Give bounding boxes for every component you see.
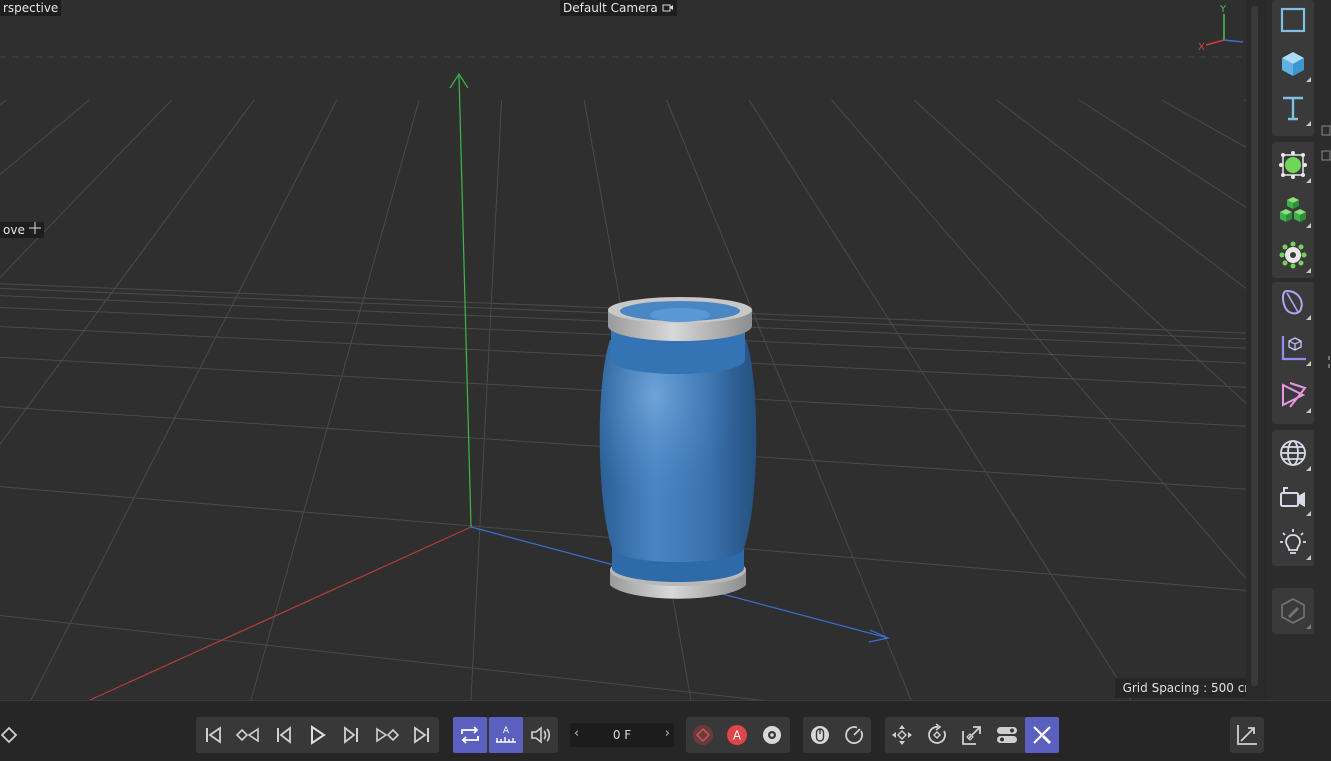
speaker-icon (531, 726, 551, 744)
gear-effector-icon (1279, 241, 1307, 269)
cube-icon (1282, 52, 1304, 76)
chevron-left-icon[interactable]: ‹ (574, 726, 579, 741)
scale-button[interactable] (955, 717, 989, 753)
field-button[interactable] (1273, 328, 1313, 368)
skip-end-icon (414, 726, 429, 744)
timeline-bar: A ‹ 0 F › A (0, 700, 1331, 761)
keyframe-diamond-icon (1, 726, 18, 744)
spline-mask-icon (1282, 382, 1307, 408)
tag-button[interactable] (1273, 591, 1313, 631)
scrollbar-thumb[interactable] (1251, 6, 1258, 686)
record-icon (693, 725, 713, 745)
subdivision-cube-icon (1279, 151, 1307, 179)
viewport-scrollbar[interactable] (1246, 0, 1266, 700)
auto-key-button[interactable]: A (720, 717, 754, 753)
text-T-icon (1283, 96, 1303, 121)
mouse-icon (811, 726, 829, 744)
tool-hud-label: ove (0, 222, 44, 238)
previous-frame-icon (277, 726, 291, 744)
square-outline-icon (1280, 7, 1306, 33)
next-key-icon (376, 727, 399, 743)
axis-gizmo: Y X Z (1198, 4, 1253, 53)
auto-key-icon: A (727, 725, 747, 745)
motion-system-button[interactable] (837, 717, 871, 753)
cube-button[interactable] (1273, 44, 1313, 84)
x-axis-line (89, 526, 472, 700)
text-button[interactable] (1273, 88, 1313, 128)
go-to-start-button[interactable] (196, 717, 230, 753)
subdivision-button[interactable] (1273, 145, 1313, 185)
motion-dial-icon (845, 726, 863, 744)
next-frame-button[interactable] (335, 717, 369, 753)
go-to-end-button[interactable] (405, 717, 439, 753)
chevron-right-icon[interactable]: › (665, 726, 670, 741)
camera-button[interactable] (1273, 478, 1313, 518)
current-frame-value: 0 F (612, 728, 632, 742)
view-name-label[interactable]: rspective (0, 0, 62, 16)
snap-button[interactable] (1025, 717, 1059, 753)
sound-button[interactable] (524, 717, 558, 753)
parameter-toggles-icon (997, 727, 1017, 743)
graph-view-button[interactable] (1230, 717, 1264, 753)
effector-button[interactable] (1273, 235, 1313, 275)
volume-button[interactable] (1273, 375, 1313, 415)
camera-label[interactable]: Default Camera (560, 0, 677, 16)
environment-button[interactable] (1273, 433, 1313, 473)
light-bulb-icon (1280, 529, 1306, 554)
gizmo-x-label: X (1198, 42, 1205, 53)
rotate-icon (928, 723, 946, 744)
previous-key-icon (236, 727, 259, 743)
grid-spacing-label: Grid Spacing : 500 cm (1114, 678, 1264, 698)
y-axis-line (458, 75, 472, 528)
rectangle-spline-button[interactable] (1273, 0, 1313, 40)
move-cross-icon (28, 222, 41, 237)
skip-start-icon (206, 726, 221, 744)
settings-gear-icon (763, 726, 781, 744)
next-frame-icon (344, 726, 358, 744)
loop-arrows-icon (461, 726, 479, 744)
keyframe-settings-button[interactable]: A (489, 717, 523, 753)
play-button[interactable] (300, 717, 334, 753)
deformer-button[interactable] (1273, 282, 1313, 322)
pencil-tag-icon (1281, 598, 1305, 624)
panel-edge-icons (1320, 120, 1331, 380)
jar-object[interactable] (599, 297, 757, 599)
loop-button[interactable] (453, 717, 487, 753)
move-button[interactable] (885, 717, 919, 753)
keyframe-settings-icon: A (496, 726, 516, 743)
next-key-button[interactable] (370, 717, 404, 753)
globe-icon (1280, 440, 1306, 466)
parameter-button[interactable] (990, 717, 1024, 753)
svg-text:A: A (503, 726, 510, 736)
previous-key-button[interactable] (231, 717, 265, 753)
snap-tools-icon (1033, 726, 1052, 745)
cloner-button[interactable] (1273, 190, 1313, 230)
scale-icon (962, 726, 981, 745)
current-frame-field[interactable]: ‹ 0 F › (570, 723, 674, 747)
keyframe-button[interactable] (0, 717, 22, 753)
play-icon (311, 725, 326, 745)
gizmo-y-label: Y (1219, 4, 1227, 15)
rotate-button[interactable] (920, 717, 954, 753)
field-axis-icon (1281, 336, 1306, 361)
interactive-button[interactable] (803, 717, 837, 753)
light-button[interactable] (1273, 522, 1313, 562)
graph-axis-icon (1237, 725, 1257, 745)
record-button[interactable] (686, 717, 720, 753)
scene-canvas[interactable]: Y X Z (0, 0, 1266, 700)
previous-frame-button[interactable] (266, 717, 300, 753)
svg-text:A: A (733, 729, 742, 743)
move-arrows-icon (892, 725, 912, 745)
camera-small-icon (662, 1, 674, 15)
cloner-cubes-icon (1280, 197, 1306, 222)
3d-viewport[interactable]: Y X Z rspective Default Camera ove Grid … (0, 0, 1266, 700)
bend-deformer-icon (1281, 289, 1303, 315)
camera-icon (1280, 487, 1305, 507)
record-settings-button[interactable] (755, 717, 789, 753)
